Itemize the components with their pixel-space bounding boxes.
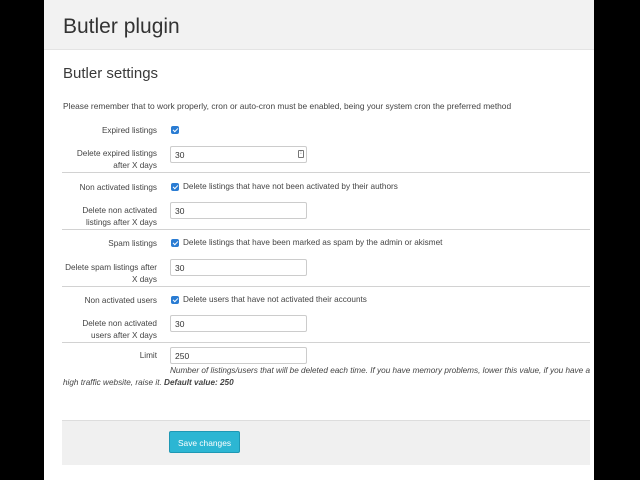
expired-listings-checkbox[interactable]	[171, 126, 179, 134]
label-line: Delete non activated	[82, 319, 157, 328]
help-text: high traffic website, raise it.	[63, 378, 162, 387]
delete-expired-days-label: Delete expired listings after X days	[49, 148, 157, 172]
page-header: Butler plugin	[44, 0, 594, 50]
label-line: Delete expired listings	[76, 149, 157, 158]
label-line: Delete spam listings after	[65, 263, 157, 272]
non-activated-listings-checkbox-text: Delete listings that have not been activ…	[183, 182, 398, 191]
number-spinner-icon[interactable]: ⁝	[298, 150, 304, 158]
default-value-text: Default value: 250	[164, 378, 234, 387]
limit-label: Limit	[139, 351, 157, 360]
input-value: 30	[175, 150, 185, 160]
limit-help-line-1: Number of listings/users that will be de…	[170, 366, 591, 375]
settings-page: Butler plugin Butler settings Please rem…	[44, 0, 594, 480]
label-line: listings after X days	[86, 218, 157, 227]
separator	[62, 286, 590, 287]
non-activated-listings-checkbox[interactable]	[171, 183, 179, 191]
separator	[62, 342, 590, 343]
non-activated-listings-label: Non activated listings	[79, 183, 157, 192]
non-activated-users-checkbox[interactable]	[171, 296, 179, 304]
delete-spam-days-label: Delete spam listings after X days	[49, 262, 157, 286]
label-line: Delete non activated	[82, 206, 157, 215]
delete-non-activated-users-days-input[interactable]: 30	[170, 315, 307, 332]
limit-help-line-2: high traffic website, raise it. Default …	[63, 377, 234, 389]
expired-listings-label: Expired listings	[101, 126, 157, 135]
separator	[62, 172, 590, 173]
save-changes-button[interactable]: Save changes	[169, 431, 240, 453]
spam-listings-checkbox-text: Delete listings that have been marked as…	[183, 238, 443, 247]
input-value: 250	[175, 351, 190, 361]
spam-listings-checkbox[interactable]	[171, 239, 179, 247]
cron-notice: Please remember that to work properly, c…	[63, 101, 512, 111]
delete-non-activated-days-input[interactable]: 30	[170, 202, 307, 219]
delete-non-activated-users-days-label: Delete non activated users after X days	[49, 318, 157, 342]
spam-listings-label: Spam listings	[108, 239, 157, 248]
delete-non-activated-days-label: Delete non activated listings after X da…	[49, 205, 157, 229]
form-footer: Save changes	[62, 420, 590, 465]
label-line: users after X days	[91, 331, 157, 340]
separator	[62, 229, 590, 230]
page-title: Butler plugin	[63, 15, 180, 38]
input-value: 30	[175, 263, 185, 273]
label-line: X days	[131, 275, 157, 284]
label-line: after X days	[113, 161, 157, 170]
non-activated-users-checkbox-text: Delete users that have not activated the…	[183, 295, 367, 304]
non-activated-users-label: Non activated users	[84, 296, 157, 305]
delete-spam-days-input[interactable]: 30	[170, 259, 307, 276]
limit-input[interactable]: 250	[170, 347, 307, 364]
input-value: 30	[175, 206, 185, 216]
section-title: Butler settings	[63, 65, 159, 82]
delete-expired-days-input[interactable]: 30 ⁝	[170, 146, 307, 163]
input-value: 30	[175, 319, 185, 329]
